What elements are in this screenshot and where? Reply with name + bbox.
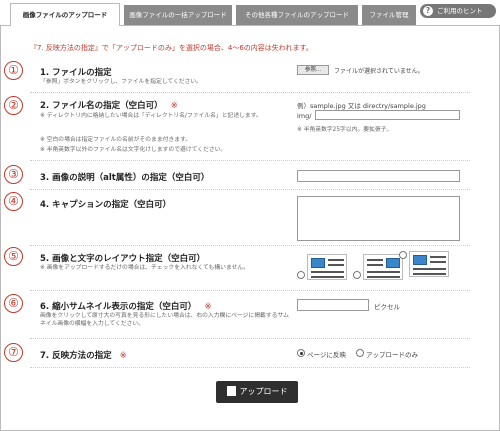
filename-example: 例）sample.jpg 又は directry/sample.jpg	[297, 102, 426, 110]
step-marker-1: ①	[4, 61, 23, 80]
tab-file-management[interactable]: ファイル管理	[362, 5, 416, 25]
alt-text-input[interactable]	[297, 170, 460, 182]
notice-text: 『7. 反映方法の指定』で「アップロードのみ」を選択の場合、4〜6の内容は失われ…	[30, 44, 313, 52]
radio-upload-only[interactable]	[356, 349, 364, 357]
divider	[30, 92, 470, 93]
divider	[30, 245, 470, 246]
section-7-title: 7. 反映方法の指定 ※	[40, 349, 127, 361]
section-2-title-text: 2. ファイル名の指定（空白可）	[40, 101, 163, 111]
section-3-title: 3. 画像の説明（alt属性）の指定（空白可）	[40, 171, 209, 183]
tab-bar: 画像ファイルのアップロード 画像ファイルの一括アップロード その他各種ファイルの…	[0, 0, 500, 26]
layout-radio-top[interactable]	[399, 251, 407, 259]
section-5-title-text: 5. 画像と文字のレイアウト指定（空白可）	[40, 254, 206, 264]
required-mark: ※	[170, 101, 178, 111]
required-mark: ※	[204, 302, 212, 312]
section-1-title: 1. ファイルの指定	[40, 66, 112, 78]
upload-button[interactable]: アップロード	[216, 381, 298, 403]
section-2-note-1: ※ ディレクトリ内に格納したい場合は「ディレクトリ名/ファイル名」と記述します。	[40, 113, 262, 119]
upload-icon	[226, 385, 236, 396]
section-5-title: 5. 画像と文字のレイアウト指定（空白可）	[40, 252, 205, 264]
section-6-title-text: 6. 縮小サムネイル表示の指定（空白可）	[40, 302, 197, 312]
no-file-text: ファイルが選択されていません。	[334, 68, 424, 75]
section-4-title-text: 4. キャプションの指定（空白可）	[40, 200, 172, 210]
upload-label: アップロード	[239, 387, 288, 396]
divider	[30, 160, 470, 161]
section-3-title-text: 3. 画像の説明（alt属性）の指定（空白可）	[40, 173, 210, 183]
step-marker-3: ③	[4, 165, 23, 184]
section-6-title: 6. 縮小サムネイル表示の指定（空白可） ※	[40, 300, 212, 312]
required-mark: ※	[119, 351, 127, 361]
filename-input[interactable]	[315, 110, 460, 120]
radio-reflect-page[interactable]	[297, 349, 305, 357]
filename-hint: ※ 半角英数字25字以内。要拡張子。	[297, 127, 393, 133]
radio-reflect-page-label[interactable]: ページに反映	[307, 349, 346, 359]
layout-image-left-icon[interactable]	[307, 254, 347, 280]
pixel-unit: ピクセル	[374, 303, 400, 311]
divider	[30, 189, 470, 190]
tab-image-upload[interactable]: 画像ファイルのアップロード	[10, 3, 120, 26]
caption-textarea[interactable]	[297, 196, 460, 241]
layout-image-right-icon[interactable]	[363, 254, 403, 280]
step-marker-7: ⑦	[4, 343, 23, 362]
section-1-title-text: 1. ファイルの指定	[40, 68, 112, 78]
section-4-title: 4. キャプションの指定（空白可）	[40, 198, 171, 210]
section-7-title-text: 7. 反映方法の指定	[40, 351, 112, 361]
filename-prefix: img/	[297, 112, 312, 120]
tab-bulk-upload[interactable]: 画像ファイルの一括アップロード	[124, 5, 232, 25]
browse-button[interactable]: 参照...	[297, 65, 329, 75]
layout-radio-left[interactable]	[297, 271, 305, 279]
section-2-title: 2. ファイル名の指定（空白可） ※	[40, 99, 178, 111]
tab-other-upload[interactable]: その他各種ファイルのアップロード	[236, 5, 358, 25]
step-marker-2: ②	[4, 96, 23, 115]
divider	[30, 367, 470, 368]
step-marker-5: ⑤	[4, 247, 23, 266]
section-6-note: 画像をクリックして原寸大の写真を見る形にしたい場合は、右の入力欄にページに掲載す…	[40, 313, 289, 327]
divider	[30, 290, 470, 291]
section-2-note-3: ※ 半角英数字以外のファイル名は文字化けしますので避けてください。	[40, 147, 227, 153]
section-1-note: 「参照」ボタンをクリックし、ファイルを指定してください。	[40, 79, 202, 85]
hint-button[interactable]: ? ご利用のヒント	[420, 4, 496, 18]
radio-upload-only-label[interactable]: アップロードのみ	[366, 349, 418, 359]
question-icon: ?	[423, 6, 433, 16]
section-5-note: ※ 画像をアップロードするだけの場合は、チェックを入れなくても構いません。	[40, 265, 249, 271]
section-2-note-2: ※ 空白の場合は指定ファイルの名前がそのまま付きます。	[40, 137, 192, 143]
step-marker-6: ⑥	[4, 294, 23, 313]
layout-radio-right[interactable]	[353, 271, 361, 279]
hint-label: ご利用のヒント	[437, 7, 483, 15]
divider	[30, 338, 470, 339]
thumbnail-width-input[interactable]	[297, 299, 369, 311]
step-marker-4: ④	[4, 192, 23, 211]
layout-image-top-icon[interactable]	[409, 251, 449, 277]
